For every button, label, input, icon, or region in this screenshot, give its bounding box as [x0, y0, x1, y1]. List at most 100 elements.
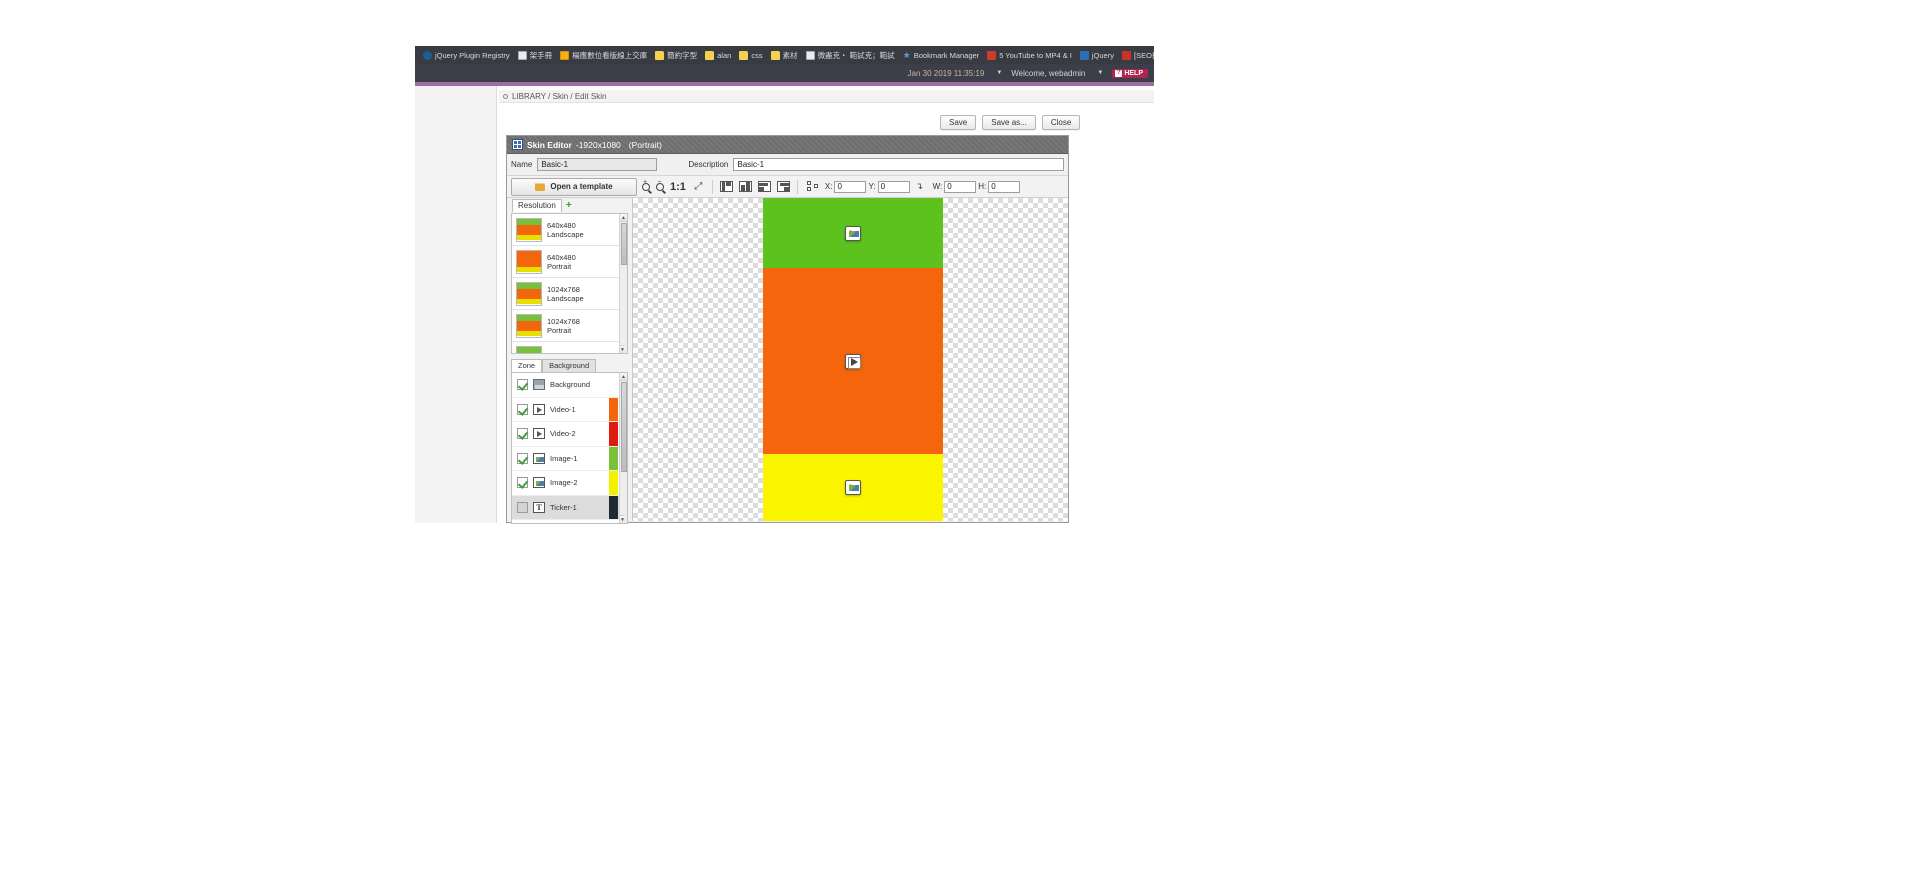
chevron-down-icon[interactable]: ▼ — [1097, 70, 1103, 76]
bookmark-label: Bookmark Manager — [914, 51, 979, 60]
zone-visibility-checkbox[interactable] — [517, 404, 528, 415]
canvas-zone-image-2[interactable] — [763, 454, 943, 521]
save-as-button[interactable]: Save as... — [982, 115, 1036, 130]
resolution-thumbnail — [516, 218, 542, 242]
name-input[interactable] — [537, 158, 657, 171]
zone-visibility-checkbox[interactable] — [517, 502, 528, 513]
zone-scrollbar[interactable]: ▲ ▼ — [619, 373, 627, 523]
resolution-list[interactable]: 640x480 Landscape 640x480 Portrait — [511, 213, 628, 354]
skin-editor-panel: Skin Editor-1920x1080 (Portrait) Name De… — [506, 135, 1069, 523]
bookmark-item[interactable]: alan — [701, 48, 735, 62]
align-top-icon[interactable] — [758, 181, 771, 192]
name-description-row: Name Description — [507, 154, 1068, 176]
zoom-out-icon[interactable] — [656, 183, 664, 191]
align-left-icon[interactable] — [720, 181, 733, 192]
list-item[interactable]: Video-2 — [512, 422, 627, 447]
scrollbar-thumb[interactable] — [621, 223, 627, 265]
canvas-zone-video-1[interactable] — [763, 268, 943, 454]
bookmark-item[interactable]: 5 YouTube to MP4 & I — [983, 48, 1076, 62]
chevron-down-icon[interactable]: ▼ — [996, 70, 1002, 76]
skin-canvas[interactable] — [633, 198, 1068, 521]
breadcrumb-text: LIBRARY / Skin / Edit Skin — [512, 92, 606, 101]
height-group: H: — [978, 181, 1020, 193]
rotate-icon[interactable]: ↴ — [916, 181, 927, 192]
blue-icon — [1080, 51, 1089, 60]
resolution-scrollbar[interactable]: ▲ ▼ — [619, 214, 627, 353]
scroll-down-icon[interactable]: ▼ — [620, 345, 625, 353]
zone-label: Background — [550, 380, 590, 389]
bookmark-item[interactable]: [SEO技巧]靜態網頁如何 — [1118, 48, 1154, 62]
zoom-in-icon[interactable] — [642, 183, 650, 191]
height-input[interactable] — [988, 181, 1020, 193]
y-input[interactable] — [878, 181, 910, 193]
bookmark-item[interactable]: 素材 — [767, 48, 802, 62]
editor-toolbar: Open a template 1:1 ⤢ X: Y: ↴ W: — [507, 176, 1068, 198]
image-handle-icon[interactable] — [845, 480, 861, 495]
list-item[interactable]: Image-1 — [512, 447, 627, 472]
list-item[interactable]: T Ticker-1 — [512, 496, 627, 521]
zone-visibility-checkbox[interactable] — [517, 453, 528, 464]
list-item[interactable]: Video-1 — [512, 398, 627, 423]
bookmark-item[interactable]: jQuery — [1076, 48, 1118, 62]
panel-orientation: (Portrait) — [629, 140, 662, 150]
list-item[interactable]: 640x480 Portrait — [512, 246, 627, 278]
list-item[interactable]: Background — [512, 373, 627, 398]
bookmark-item[interactable]: 簡約字型 — [651, 48, 701, 62]
group-zones-icon[interactable] — [807, 181, 820, 192]
resolution-mode: Portrait — [547, 262, 571, 271]
scroll-down-icon[interactable]: ▼ — [620, 515, 625, 523]
resolution-name: 1024x768 Landscape — [547, 285, 584, 303]
scrollbar-thumb[interactable] — [621, 382, 627, 472]
zone-visibility-checkbox[interactable] — [517, 428, 528, 439]
zone-visibility-checkbox[interactable] — [517, 477, 528, 488]
close-button[interactable]: Close — [1042, 115, 1080, 130]
list-item[interactable]: 1024x768 Portrait — [512, 310, 627, 342]
y-label: Y: — [868, 182, 875, 191]
zone-tab-row: Zone Background — [511, 359, 632, 372]
add-resolution-icon[interactable]: + — [566, 202, 572, 210]
breadcrumb[interactable]: LIBRARY / Skin / Edit Skin — [499, 90, 1154, 103]
orange-folder-icon — [560, 51, 569, 60]
zoom-ratio-label[interactable]: 1:1 — [670, 181, 686, 193]
canvas-zone-image-1[interactable] — [763, 198, 943, 268]
resolution-size: 1280x720 — [547, 353, 580, 354]
list-item[interactable]: Image-2 — [512, 471, 627, 496]
bookmark-item[interactable]: ★Bookmark Manager — [899, 48, 984, 62]
align-right-icon[interactable] — [777, 181, 790, 192]
welcome-label[interactable]: Welcome, webadmin — [1011, 69, 1085, 78]
resolution-tab[interactable]: Resolution — [512, 199, 562, 212]
bookmark-item[interactable]: 微盡克‧ 範試克；範試 — [802, 48, 899, 62]
scroll-up-icon[interactable]: ▲ — [620, 214, 627, 222]
zone-label: Image-1 — [550, 454, 578, 463]
fit-to-screen-icon[interactable]: ⤢ — [693, 181, 704, 192]
open-template-button[interactable]: Open a template — [511, 178, 637, 196]
open-template-label: Open a template — [550, 182, 612, 191]
zone-list[interactable]: Background Video-1 Video-2 — [511, 372, 628, 524]
tab-background[interactable]: Background — [542, 359, 596, 372]
bookmark-item[interactable]: css — [735, 48, 766, 62]
width-input[interactable] — [944, 181, 976, 193]
bookmark-item[interactable]: jQuery Plugin Registry — [419, 48, 514, 62]
list-item[interactable]: 1280x720 — [512, 342, 627, 354]
video-handle-icon[interactable] — [845, 354, 861, 369]
bookmark-label: 5 YouTube to MP4 & I — [999, 51, 1072, 60]
help-button[interactable]: ? HELP — [1112, 69, 1148, 78]
zone-color-swatch — [609, 496, 618, 520]
description-input[interactable] — [733, 158, 1064, 171]
bookmark-label: 楊應數位看版線上交庫 — [572, 50, 647, 61]
align-bottom-icon[interactable] — [739, 181, 752, 192]
list-item[interactable]: 640x480 Landscape — [512, 214, 627, 246]
list-item[interactable]: 1024x768 Landscape — [512, 278, 627, 310]
zone-color-swatch — [609, 422, 618, 446]
scroll-up-icon[interactable]: ▲ — [620, 373, 627, 381]
folder-icon — [739, 51, 748, 60]
resolution-mode: Landscape — [547, 294, 584, 303]
save-button[interactable]: Save — [940, 115, 976, 130]
image-handle-icon[interactable] — [845, 226, 861, 241]
x-input[interactable] — [834, 181, 866, 193]
bookmark-item[interactable]: 楊應數位看版線上交庫 — [556, 48, 651, 62]
resolution-name: 1280x720 — [547, 353, 580, 354]
tab-zone[interactable]: Zone — [511, 359, 542, 372]
zone-visibility-checkbox[interactable] — [517, 379, 528, 390]
bookmark-item[interactable]: 架手冊 — [514, 48, 557, 62]
